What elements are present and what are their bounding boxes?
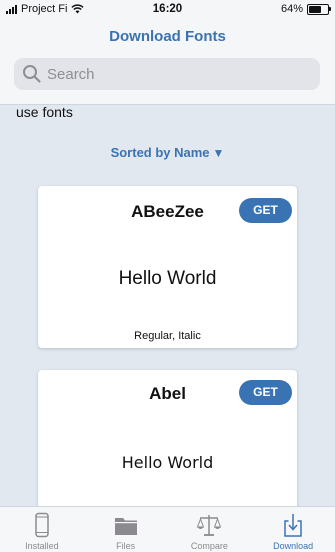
font-card[interactable]: Abel GET Hello World	[38, 370, 297, 520]
tab-label: Files	[116, 541, 136, 551]
font-sample: Hello World	[121, 453, 214, 472]
tab-label: Installed	[25, 541, 59, 551]
tab-installed[interactable]: Installed	[0, 507, 84, 552]
status-bar: Project Fi 16:20 64%	[0, 0, 335, 20]
battery-percent: 64%	[280, 3, 303, 15]
get-button[interactable]: GET	[239, 198, 292, 223]
tab-label: Compare	[190, 541, 228, 551]
phone-icon	[35, 512, 49, 538]
battery-fill	[309, 5, 321, 13]
tab-compare[interactable]: Compare	[168, 507, 252, 552]
sort-button[interactable]: Sorted by Name ▼	[0, 145, 335, 160]
folder-icon	[114, 518, 137, 535]
search-placeholder: Search	[47, 65, 95, 83]
scale-icon	[197, 515, 222, 536]
sub-text: use fonts	[16, 104, 73, 120]
battery-icon	[307, 3, 331, 15]
tab-files[interactable]: Files	[84, 507, 168, 552]
font-card[interactable]: ABeeZee GET Hello World Regular, Italic	[38, 186, 297, 348]
search-input[interactable]: Search	[14, 58, 320, 90]
download-icon	[284, 514, 302, 537]
nav-header: Download Fonts Search	[0, 20, 335, 105]
tab-bar: Installed Files Compare Download	[0, 506, 335, 552]
sort-label: Sorted by Name	[110, 145, 210, 160]
page-title: Download Fonts	[109, 28, 226, 45]
tab-label: Download	[273, 541, 314, 551]
font-sample: Hello World	[118, 268, 217, 289]
tab-download[interactable]: Download	[251, 507, 335, 552]
search-icon	[23, 65, 41, 83]
get-button[interactable]: GET	[239, 380, 292, 405]
status-right: 64%	[280, 3, 331, 15]
sort-arrow-icon: ▼	[212, 146, 225, 160]
font-styles: Regular, Italic	[134, 330, 201, 342]
